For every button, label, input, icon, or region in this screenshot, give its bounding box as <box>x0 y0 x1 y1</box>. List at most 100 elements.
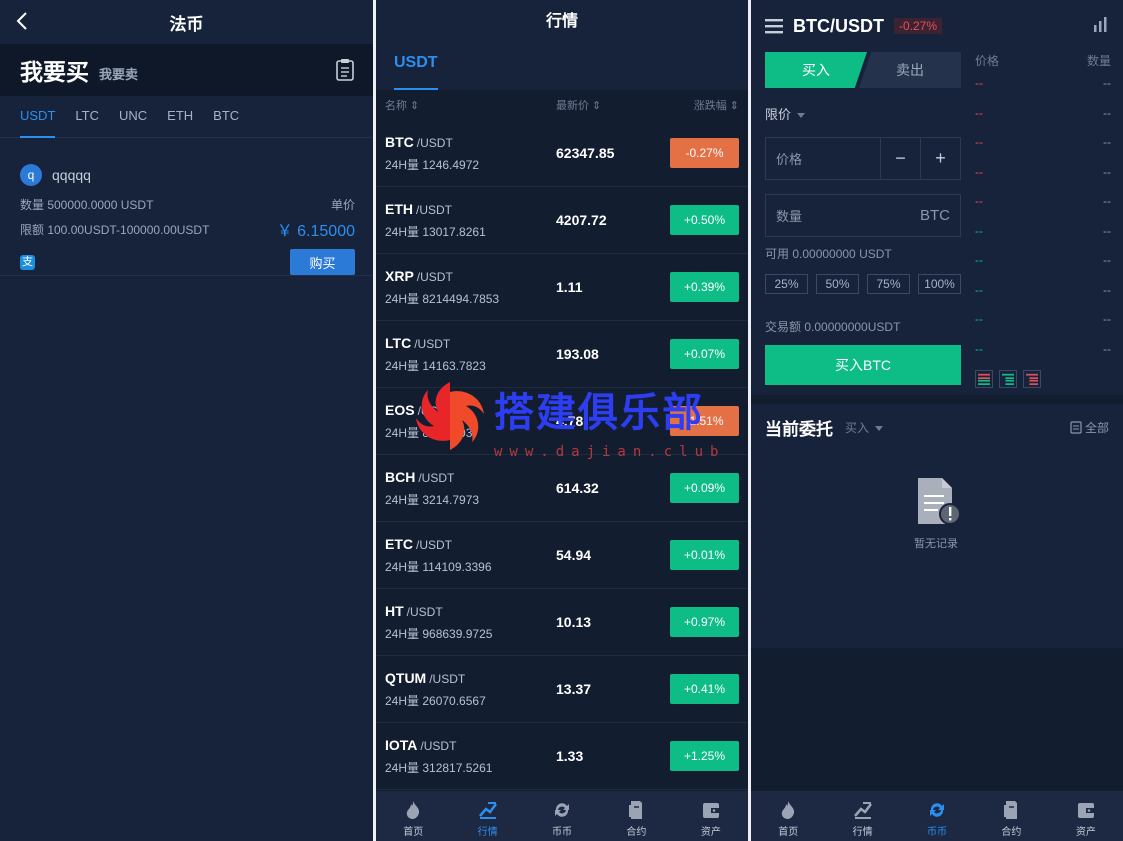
ask-row[interactable]: -- -- <box>975 187 1111 217</box>
market-row-ht[interactable]: HT/USDT 24H量 968639.9725 10.13 +0.97% <box>376 589 748 656</box>
chevron-down-icon <box>875 425 884 431</box>
bid-row[interactable]: -- -- <box>975 276 1111 306</box>
sort-name[interactable]: 名称 ⇕ <box>385 97 556 113</box>
exchange-refresh-icon <box>555 803 570 817</box>
quote-currency: /USDT <box>418 470 455 485</box>
volume: 24H量 3214.7973 <box>385 492 480 507</box>
ask-row[interactable]: -- -- <box>975 128 1111 158</box>
ad-quantity: 数量 500000.0000 USDT <box>20 198 154 212</box>
last-price: 1.33 <box>556 748 584 764</box>
tabbar-item-1[interactable]: 行情 <box>450 791 524 841</box>
sell-side-tab[interactable]: 卖出 <box>859 52 961 88</box>
bid-row[interactable]: -- -- <box>975 246 1111 276</box>
price-plus-button[interactable]: + <box>920 138 960 179</box>
tabbar-item-3[interactable]: 合约 <box>974 791 1048 841</box>
bid-row[interactable]: -- -- <box>975 305 1111 335</box>
price-minus-button[interactable]: − <box>880 138 920 179</box>
tabbar-label: 行情 <box>477 827 498 838</box>
lower-area <box>751 648 1123 791</box>
symbol: BTC <box>385 133 414 150</box>
percent-75-button[interactable]: 75% <box>867 274 910 294</box>
tabbar-label: 资产 <box>1075 827 1096 838</box>
ad-price: ￥ 6.15000 <box>276 223 355 240</box>
quantity-input[interactable]: 数量 <box>766 206 920 225</box>
tabbar-item-0[interactable]: 首页 <box>376 791 450 841</box>
coin-tab-eth[interactable]: ETH <box>167 96 193 138</box>
quote-currency: /USDT <box>414 336 451 351</box>
market-row-eth[interactable]: ETH/USDT 24H量 13017.8261 4207.72 +0.50% <box>376 187 748 254</box>
buy-side-tab[interactable]: 买入 <box>765 52 867 88</box>
quantity-field[interactable]: 数量 BTC <box>765 194 961 237</box>
market-row-eos[interactable]: EOS/USDT 24H量 8.........03 4.78 -1.51% <box>376 388 748 455</box>
unit-price-label: 单价 <box>330 198 355 212</box>
market-table-header: 名称 ⇕ 最新价 ⇕ 涨跌幅 ⇕ <box>376 90 748 120</box>
market-row-btc[interactable]: BTC/USDT 24H量 1246.4972 62347.85 -0.27% <box>376 120 748 187</box>
bid-row[interactable]: -- -- <box>975 335 1111 365</box>
back-arrow-icon[interactable] <box>12 10 34 32</box>
sort-change[interactable]: 涨跌幅 ⇕ <box>670 97 739 113</box>
tab-usdt[interactable]: USDT <box>394 44 438 90</box>
sort-price[interactable]: 最新价 ⇕ <box>556 97 670 113</box>
tabbar-item-2[interactable]: 币币 <box>525 791 599 841</box>
menu-icon[interactable] <box>765 18 783 34</box>
market-row-xrp[interactable]: XRP/USDT 24H量 8214494.7853 1.11 +0.39% <box>376 254 748 321</box>
coin-tab-usdt[interactable]: USDT <box>20 96 56 138</box>
percent-100-button[interactable]: 100% <box>918 274 961 294</box>
coin-tabs: USDT LTC UNC ETH BTC <box>0 96 373 138</box>
tabbar-item-1[interactable]: 行情 <box>825 791 899 841</box>
depth-both-icon[interactable] <box>975 370 993 388</box>
ad-card: q qqqqq 数量 500000.0000 USDT 单价 限额 100.00… <box>0 138 373 276</box>
order-list-icon[interactable] <box>335 58 355 82</box>
trade-header: BTC/USDT -0.27% <box>751 0 1123 52</box>
market-row-bch[interactable]: BCH/USDT 24H量 3214.7973 614.32 +0.09% <box>376 455 748 522</box>
last-price: 62347.85 <box>556 145 615 161</box>
orders-filter-select[interactable]: 买入 <box>845 419 884 436</box>
kline-chart-icon[interactable] <box>1093 16 1109 32</box>
buy-tab[interactable]: 我要买 <box>20 53 89 87</box>
buy-button[interactable]: 购买 <box>290 249 355 275</box>
page-title: 法币 <box>169 14 204 34</box>
tabbar-item-4[interactable]: 资产 <box>674 791 748 841</box>
trade-amount: 交易额 0.00000000USDT <box>765 320 901 334</box>
sell-tab[interactable]: 我要卖 <box>99 64 138 83</box>
last-price: 4207.72 <box>556 212 607 228</box>
section-divider <box>751 395 1123 404</box>
depth-asks-icon[interactable] <box>1023 370 1041 388</box>
book-price: -- <box>975 135 983 149</box>
symbol: IOTA <box>385 736 418 753</box>
bid-row[interactable]: -- -- <box>975 217 1111 247</box>
percent-50-button[interactable]: 50% <box>816 274 859 294</box>
all-orders-link[interactable]: 全部 <box>1070 419 1109 436</box>
coin-tab-ltc[interactable]: LTC <box>75 96 99 138</box>
market-row-etc[interactable]: ETC/USDT 24H量 114109.3396 54.94 +0.01% <box>376 522 748 589</box>
percent-25-button[interactable]: 25% <box>765 274 808 294</box>
submit-buy-button[interactable]: 买入BTC <box>765 345 961 385</box>
order-type-select[interactable]: 限价 <box>765 104 961 123</box>
ask-row[interactable]: -- -- <box>975 99 1111 129</box>
book-qty: -- <box>1103 135 1111 149</box>
market-list: BTC/USDT 24H量 1246.4972 62347.85 -0.27% ETH /… <box>376 120 748 790</box>
tabbar-item-4[interactable]: 资产 <box>1049 791 1123 841</box>
ask-row[interactable]: -- -- <box>975 158 1111 188</box>
book-price: -- <box>975 223 983 238</box>
chevron-down-icon <box>797 113 806 119</box>
tabbar-item-2[interactable]: 币币 <box>900 791 974 841</box>
change-badge: -0.27% <box>670 138 739 168</box>
price-field[interactable]: 价格 − + <box>765 137 961 180</box>
book-price-header: 价格 <box>975 54 1000 68</box>
symbol: ETH <box>385 200 413 217</box>
tabbar-item-3[interactable]: 合约 <box>599 791 673 841</box>
book-price: -- <box>975 341 983 356</box>
trading-pair[interactable]: BTC/USDT <box>793 16 884 37</box>
market-row-ltc[interactable]: LTC/USDT 24H量 14163.7823 193.08 +0.07% <box>376 321 748 388</box>
book-qty: -- <box>1103 282 1111 297</box>
coin-tab-btc[interactable]: BTC <box>213 96 239 138</box>
coin-tab-unc[interactable]: UNC <box>119 96 147 138</box>
price-input[interactable]: 价格 <box>766 149 880 168</box>
book-price: -- <box>975 105 983 120</box>
market-row-iota[interactable]: IOTA/USDT 24H量 312817.5261 1.33 +1.25% <box>376 723 748 790</box>
depth-bids-icon[interactable] <box>999 370 1017 388</box>
market-row-qtum[interactable]: QTUM/USDT 24H量 26070.6567 13.37 +0.41% <box>376 656 748 723</box>
ask-row[interactable]: -- -- <box>975 69 1111 99</box>
tabbar-item-0[interactable]: 首页 <box>751 791 825 841</box>
